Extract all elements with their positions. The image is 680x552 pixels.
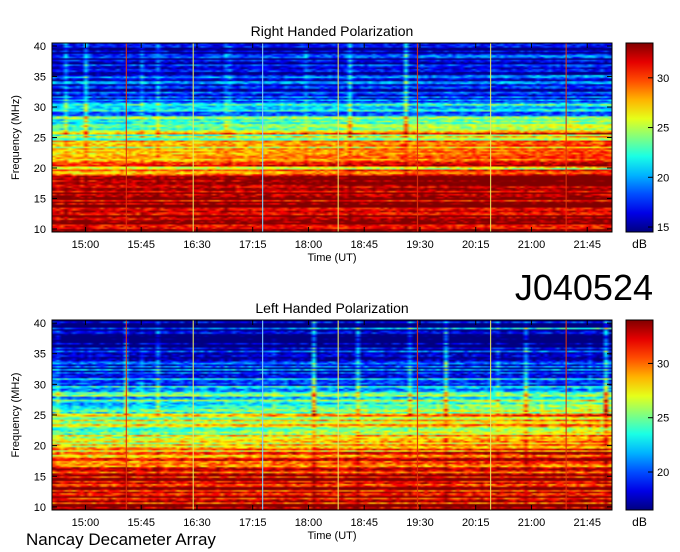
x-axis-label: Time (UT) <box>307 530 356 542</box>
x-tick-label: 21:45 <box>573 239 601 251</box>
y-tick-label: 25 <box>34 410 46 422</box>
colorbar-tick-label: 20 <box>657 467 669 479</box>
x-tick-label: 15:00 <box>72 239 100 251</box>
y-tick-label: 30 <box>34 102 46 114</box>
y-axis-label: Frequency (MHz) <box>10 373 22 458</box>
colorbar-label: dB <box>632 515 647 529</box>
y-tick-label: 10 <box>34 224 46 236</box>
colorbar-scale <box>625 42 654 233</box>
x-tick-label: 18:00 <box>295 239 323 251</box>
y-tick-label: 40 <box>34 41 46 53</box>
x-tick-label: 15:45 <box>127 239 155 251</box>
colorbar-tick-label: 30 <box>657 73 669 85</box>
colorbar-label: dB <box>632 237 647 251</box>
colorbar-tick-label: 15 <box>657 222 669 234</box>
x-tick-label: 18:45 <box>350 239 378 251</box>
y-tick-label: 30 <box>34 379 46 391</box>
x-tick-label: 18:00 <box>295 517 323 529</box>
y-tick-label: 15 <box>34 471 46 483</box>
x-tick-label: 15:00 <box>72 517 100 529</box>
colorbar-tick-label: 30 <box>657 358 669 370</box>
y-tick-label: 20 <box>34 441 46 453</box>
x-tick-label: 17:15 <box>239 517 267 529</box>
instrument-label: Nancay Decameter Array <box>26 530 216 549</box>
colorbar-tick-label: 25 <box>657 123 669 135</box>
x-tick-label: 15:45 <box>127 517 155 529</box>
panel-title: Right Handed Polarization <box>251 23 414 39</box>
y-tick-label: 20 <box>34 163 46 175</box>
y-tick-label: 25 <box>34 133 46 145</box>
y-tick-label: 35 <box>34 349 46 361</box>
y-tick-label: 35 <box>34 72 46 84</box>
x-tick-label: 19:30 <box>406 517 434 529</box>
y-tick-label: 40 <box>34 318 46 330</box>
spectrogram-panel-1: Right Handed Polarization 10 15 20 25 30 35 40 F… <box>10 23 669 264</box>
x-tick-label: 21:00 <box>518 517 546 529</box>
colorbar-tick-label: 25 <box>657 413 669 425</box>
x-axis-label: Time (UT) <box>307 252 356 264</box>
x-tick-label: 17:15 <box>239 239 267 251</box>
x-tick-label: 16:30 <box>183 517 211 529</box>
colorbar-tick-label: 20 <box>657 172 669 184</box>
x-tick-label: 20:15 <box>462 517 490 529</box>
x-tick-label: 21:00 <box>518 239 546 251</box>
x-tick-label: 16:30 <box>183 239 211 251</box>
panel-title: Left Handed Polarization <box>255 300 408 316</box>
colorbar: 20 25 30 dB <box>625 319 669 529</box>
colorbar-scale <box>625 319 654 511</box>
dynamic-spectra-figure: J040524 Nancay Decameter Array Right Han… <box>10 23 669 549</box>
y-tick-label: 10 <box>34 502 46 514</box>
heatmap-image <box>52 43 612 232</box>
y-tick-label: 15 <box>34 193 46 205</box>
colorbar: 15 20 25 30 dB <box>625 42 669 251</box>
heatmap-image <box>52 320 612 510</box>
y-axis-label: Frequency (MHz) <box>10 95 22 180</box>
x-tick-label: 18:45 <box>350 517 378 529</box>
x-tick-label: 19:30 <box>406 239 434 251</box>
x-tick-label: 21:45 <box>573 517 601 529</box>
observation-id: J040524 <box>515 267 653 308</box>
spectrogram-panel-2: Left Handed Polarization 10 15 20 25 30 35 40 Fr… <box>10 300 669 542</box>
x-tick-label: 20:15 <box>462 239 490 251</box>
